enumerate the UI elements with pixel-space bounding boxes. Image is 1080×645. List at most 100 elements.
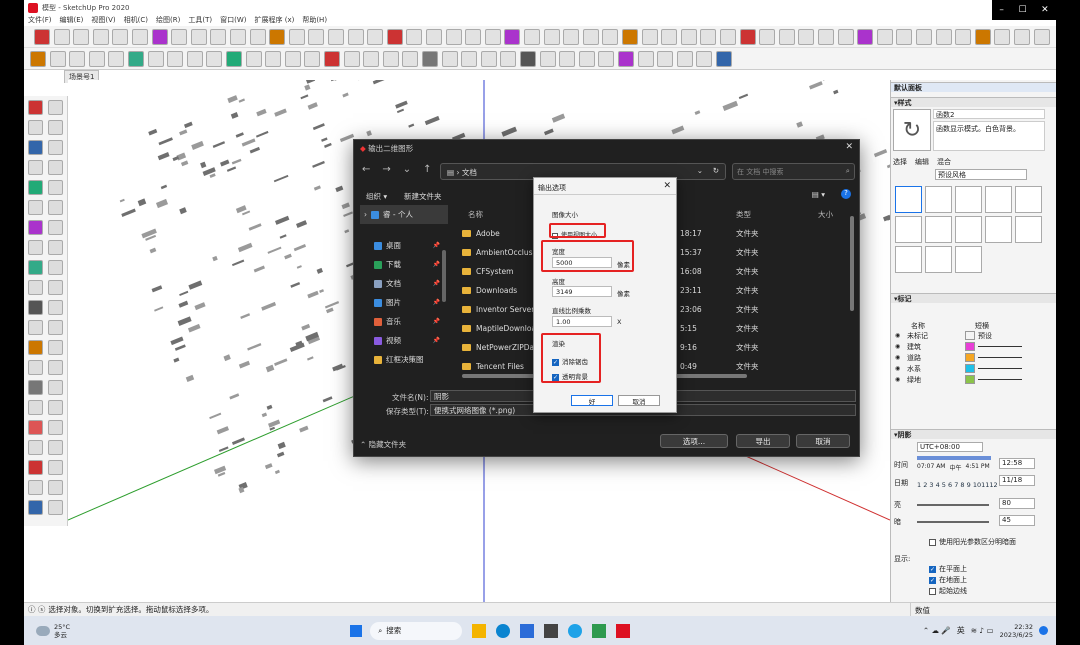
toolbar-tool-icon[interactable] [935,29,952,45]
toolbar-tool-icon[interactable] [128,51,144,67]
options-cancel-button[interactable]: 取消 [618,395,660,406]
style-thumbnail[interactable] [895,246,922,273]
app-icon[interactable] [544,623,559,638]
tab-select[interactable]: 选择 [893,157,907,167]
weather-widget[interactable]: 25°C 多云 [54,623,70,639]
toolbar-tool-icon[interactable] [30,51,46,67]
export-dialog-close-icon[interactable]: ✕ [845,142,853,152]
style-name-field[interactable]: 函数2 [933,109,1045,119]
toolbar-tool-icon[interactable] [171,29,188,45]
toolbar-tool-icon[interactable] [147,51,164,67]
toolbar-tool-icon[interactable] [618,51,634,67]
left-tool-icon[interactable] [48,340,63,355]
menu-file[interactable]: 文件(F) [28,15,52,26]
left-tool-icon[interactable] [28,420,43,435]
left-tool-icon[interactable] [28,460,43,475]
tag-color-swatch[interactable] [965,353,975,362]
tray-icons[interactable]: ⌃ ☁ 🎤 [923,626,951,635]
toolbar-tool-icon[interactable] [167,51,184,67]
tag-dash-line[interactable] [978,357,1022,358]
nav-item-4[interactable]: 图片 📌 [360,293,448,312]
visibility-eye-icon[interactable]: ◉ [895,376,907,383]
left-tool-icon[interactable] [48,100,63,115]
left-tool-icon[interactable] [28,380,43,395]
col-type[interactable]: 类型 [736,209,751,220]
toolbar-tool-icon[interactable] [324,51,340,67]
toolbar-tool-icon[interactable] [308,29,325,45]
toolbar-tool-icon[interactable] [73,29,90,45]
menu-extensions[interactable]: 扩展程序 (x) [254,15,294,26]
visibility-eye-icon[interactable]: ◉ [895,343,907,350]
tag-color-swatch[interactable] [965,342,975,351]
toolbar-tool-icon[interactable] [245,51,262,67]
left-tool-icon[interactable] [48,400,63,415]
nav-item-6[interactable]: 视频 📌 [360,331,448,350]
toolbar-tool-icon[interactable] [367,29,384,45]
col-size[interactable]: 大小 [818,209,833,220]
menu-edit[interactable]: 编辑(E) [60,15,84,26]
date-input[interactable]: 11/18 [999,475,1035,486]
tags-header[interactable]: ▾ 标记 [891,293,1056,303]
up-icon[interactable]: ↑ [423,164,431,175]
visibility-eye-icon[interactable]: ◉ [895,332,907,339]
measurements-box[interactable]: 数值 [910,603,1056,617]
left-tool-icon[interactable] [28,220,43,235]
toolbar-tool-icon[interactable] [778,29,795,45]
pin-icon[interactable]: 📌 [433,261,440,268]
view-options-icon[interactable]: ▤ ▾ [812,190,825,199]
left-tool-icon[interactable] [48,360,63,375]
toolbar-tool-icon[interactable] [994,29,1011,45]
side-scrollbar[interactable] [442,250,446,302]
toolbar-tool-icon[interactable] [406,29,423,45]
toolbar-tool-icon[interactable] [622,29,638,45]
store-icon[interactable] [520,623,535,638]
left-tool-icon[interactable] [28,440,43,455]
visibility-eye-icon[interactable]: ◉ [895,365,907,372]
left-tool-icon[interactable] [48,180,63,195]
left-tool-icon[interactable] [48,460,63,475]
left-tool-icon[interactable] [28,200,43,215]
toolbar-tool-icon[interactable] [34,29,50,45]
pin-icon[interactable]: 📌 [433,337,440,344]
toolbar-tool-icon[interactable] [480,51,497,67]
sketchup-taskbar-icon[interactable] [616,623,631,638]
left-tool-icon[interactable] [28,300,43,315]
left-tool-icon[interactable] [28,320,43,335]
left-tool-icon[interactable] [28,260,43,275]
left-tool-icon[interactable] [28,280,43,295]
toolbar-tool-icon[interactable] [210,29,227,45]
nav-item-2[interactable]: 下载 📌 [360,255,448,274]
sun-option-checkbox[interactable]: 使用阳光参数区分明暗面 [929,537,1016,547]
options-close-icon[interactable]: ✕ [663,181,671,191]
left-tool-icon[interactable] [48,140,63,155]
toolbar-tool-icon[interactable] [49,51,66,67]
toolbar-tool-icon[interactable] [539,51,556,67]
style-thumbnail[interactable] [925,216,952,243]
file-explorer-icon[interactable] [472,623,487,638]
left-tool-icon[interactable] [48,120,63,135]
left-tool-icon[interactable] [48,260,63,275]
date-month-slider[interactable]: 1 2 3 4 5 6 7 8 9 101112 [917,481,998,489]
refresh-icon[interactable]: ↻ [713,166,719,175]
left-tool-icon[interactable] [48,420,63,435]
left-tool-icon[interactable] [28,100,43,115]
left-tool-icon[interactable] [28,360,43,375]
left-tool-icon[interactable] [28,120,43,135]
left-tool-icon[interactable] [28,140,43,155]
toolbar-tool-icon[interactable] [955,29,972,45]
toolbar-tool-icon[interactable] [426,29,442,45]
toolbar-tool-icon[interactable] [441,51,458,67]
toolbar-tool-icon[interactable] [402,51,419,67]
toolbar-tool-icon[interactable] [382,51,399,67]
toolbar-tool-icon[interactable] [269,29,286,45]
left-tool-icon[interactable] [48,220,63,235]
toolbar-tool-icon[interactable] [716,51,732,67]
cancel-button[interactable]: 取消 [796,434,850,448]
style-thumbnail[interactable] [895,186,922,213]
style-thumbnail[interactable] [1015,216,1042,243]
style-collection-dropdown[interactable]: 预设风格 [935,169,1027,180]
style-thumbnail[interactable] [985,186,1012,213]
tag-dash-line[interactable] [978,368,1022,369]
toolbar-tool-icon[interactable] [641,29,658,45]
toolbar-tool-icon[interactable] [69,51,86,67]
